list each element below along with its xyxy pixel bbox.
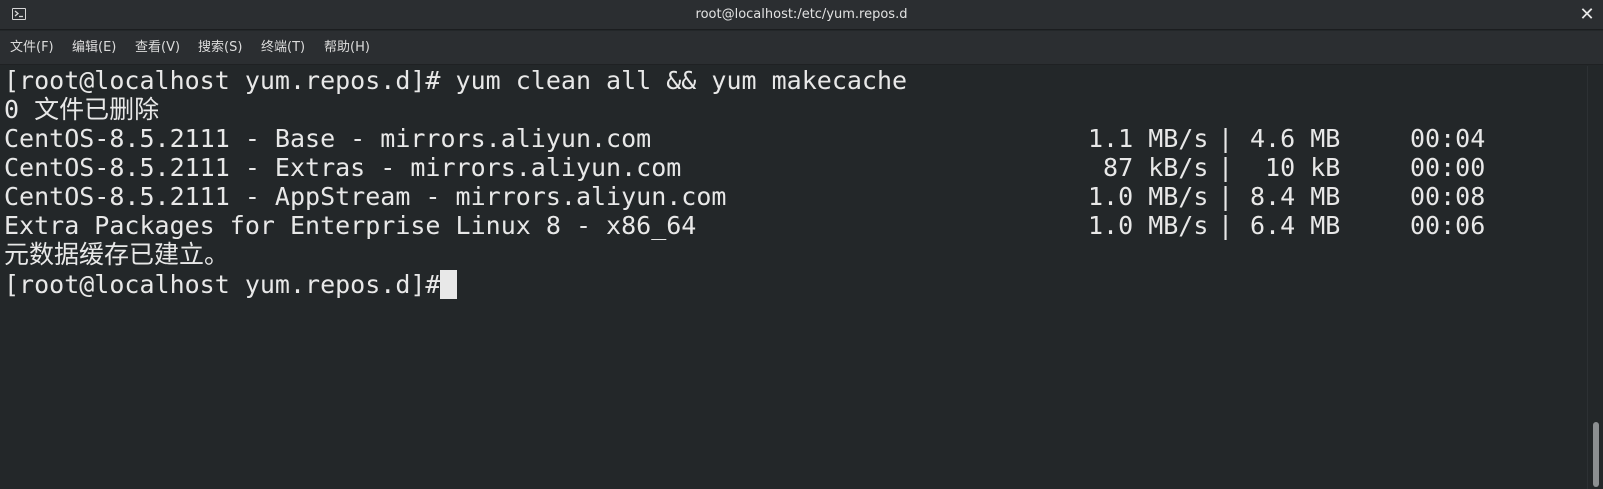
repo-separator: | bbox=[1218, 124, 1234, 153]
repo-size: 8.4 MB bbox=[1250, 182, 1341, 211]
repo-name: CentOS-8.5.2111 - AppStream - mirrors.al… bbox=[4, 182, 727, 211]
menu-help[interactable]: 帮助(H) bbox=[324, 31, 370, 65]
repo-time: 00:00 bbox=[1410, 153, 1486, 182]
repo-speed: 1.0 MB/s bbox=[1088, 182, 1209, 211]
menu-search[interactable]: 搜索(S) bbox=[198, 31, 242, 65]
menu-file[interactable]: 文件(F) bbox=[10, 31, 54, 65]
repo-time: 00:08 bbox=[1410, 182, 1486, 211]
text-cursor bbox=[440, 270, 457, 299]
menu-view[interactable]: 查看(V) bbox=[135, 31, 180, 65]
terminal-window: root@localhost:/etc/yum.repos.d ✕ 文件(F) … bbox=[0, 0, 1603, 489]
repo-size: 6.4 MB bbox=[1250, 211, 1341, 240]
command-line: [root@localhost yum.repos.d]# yum clean … bbox=[4, 66, 908, 95]
terminal-output[interactable]: [root@localhost yum.repos.d]# yum clean … bbox=[0, 66, 1587, 489]
repo-name: CentOS-8.5.2111 - Extras - mirrors.aliyu… bbox=[4, 153, 682, 182]
repo-separator: | bbox=[1218, 182, 1234, 211]
menu-terminal[interactable]: 终端(T) bbox=[261, 31, 305, 65]
repo-separator: | bbox=[1218, 153, 1234, 182]
shell-prompt: [root@localhost yum.repos.d]# bbox=[4, 270, 456, 299]
repo-speed: 1.1 MB/s bbox=[1088, 124, 1209, 153]
removed-files-line: 0 文件已删除 bbox=[4, 95, 160, 124]
scrollbar-thumb[interactable] bbox=[1593, 422, 1599, 487]
repo-size: 10 kB bbox=[1250, 153, 1341, 182]
repo-speed: 1.0 MB/s bbox=[1088, 211, 1209, 240]
vertical-scrollbar[interactable] bbox=[1587, 66, 1603, 489]
repo-name: CentOS-8.5.2111 - Base - mirrors.aliyun.… bbox=[4, 124, 652, 153]
repo-time: 00:04 bbox=[1410, 124, 1486, 153]
repo-size: 4.6 MB bbox=[1250, 124, 1341, 153]
cache-created-line: 元数据缓存已建立。 bbox=[4, 240, 230, 269]
title-bar[interactable]: root@localhost:/etc/yum.repos.d ✕ bbox=[0, 0, 1603, 30]
repo-name: Extra Packages for Enterprise Linux 8 - … bbox=[4, 211, 697, 240]
close-icon[interactable]: ✕ bbox=[1575, 3, 1599, 27]
menu-edit[interactable]: 编辑(E) bbox=[72, 31, 116, 65]
window-title: root@localhost:/etc/yum.repos.d bbox=[695, 7, 908, 22]
repo-time: 00:06 bbox=[1410, 211, 1486, 240]
repo-speed: 87 kB/s bbox=[1088, 153, 1209, 182]
repo-separator: | bbox=[1218, 211, 1234, 240]
menu-bar: 文件(F) 编辑(E) 查看(V) 搜索(S) 终端(T) 帮助(H) bbox=[0, 31, 1603, 65]
